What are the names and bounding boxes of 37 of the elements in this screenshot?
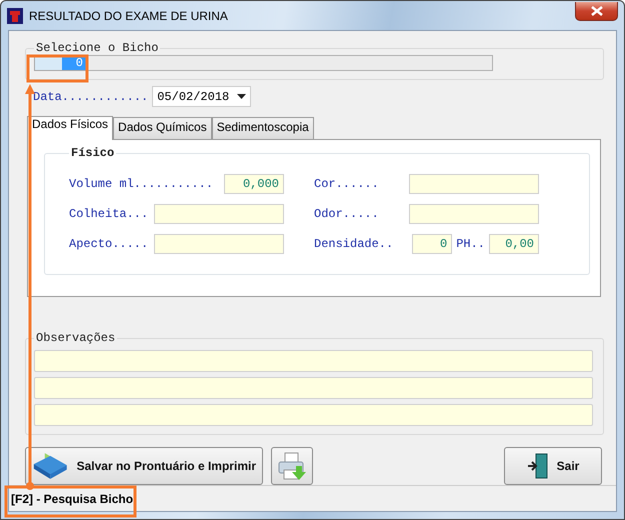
- field-label: Apecto.....: [69, 237, 150, 251]
- input-field[interactable]: [34, 350, 593, 372]
- input-field[interactable]: [409, 174, 539, 194]
- input-field[interactable]: [34, 404, 593, 426]
- input-field[interactable]: [34, 377, 593, 399]
- field-label: Cor......: [314, 177, 380, 191]
- field-label: Odor.....: [314, 207, 380, 221]
- window-title: RESULTADO DO EXAME DE URINA: [29, 8, 228, 22]
- status-text: [F2] - Pesquisa Bicho: [11, 492, 134, 506]
- group-label: Físico: [70, 146, 116, 160]
- input-field[interactable]: [154, 204, 284, 224]
- group-label: Selecione o Bicho: [35, 41, 160, 55]
- printer-icon: [276, 450, 308, 482]
- date-dropdown[interactable]: 05/02/2018: [152, 86, 252, 107]
- close-button[interactable]: [575, 2, 618, 20]
- input-field[interactable]: [154, 234, 284, 254]
- field-label: Volume ml...........: [69, 177, 214, 191]
- input-field[interactable]: 0,00: [489, 234, 539, 254]
- field-label: Colheita...: [69, 207, 150, 221]
- field-label: PH..: [456, 237, 485, 251]
- save-print-button[interactable]: Salvar no Prontuário e Imprimir: [25, 447, 263, 485]
- tab[interactable]: Sedimentoscopia: [212, 117, 314, 139]
- tab[interactable]: Dados Químicos: [113, 117, 212, 139]
- door-exit-icon: [526, 453, 549, 479]
- app-icon: [7, 8, 23, 24]
- exit-button[interactable]: Sair: [504, 447, 602, 485]
- date-label: Data............: [33, 90, 148, 104]
- print-button[interactable]: [271, 447, 313, 485]
- field-label: Densidade..: [314, 237, 394, 251]
- tab[interactable]: Dados Físicos: [27, 116, 114, 140]
- input-field[interactable]: [409, 204, 539, 224]
- group-label: Observações: [35, 331, 116, 345]
- input-field[interactable]: 0,000: [224, 174, 284, 194]
- caret-icon: [237, 94, 246, 99]
- close-icon: [590, 6, 604, 16]
- highlight-frame: [26, 54, 88, 82]
- input-field[interactable]: 0: [412, 234, 452, 254]
